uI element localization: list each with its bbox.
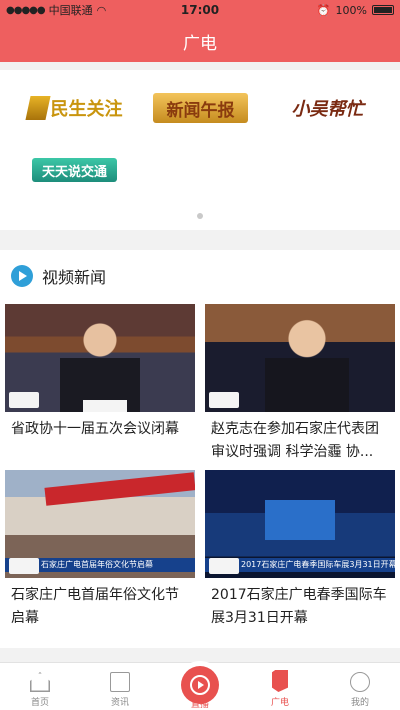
video-thumbnail[interactable] <box>205 304 395 412</box>
battery-percent: 100% <box>335 3 367 17</box>
section-header: 视频新闻 <box>0 250 400 302</box>
battery-icon <box>372 5 394 15</box>
video-card[interactable]: 石家庄广电首届年俗文化节启幕 石家庄广电首届年俗文化节启幕 <box>5 470 195 630</box>
channel-logo-icon <box>209 558 239 574</box>
speaker-figure <box>265 318 349 412</box>
signal-icon: ●●●●● <box>6 4 46 16</box>
minsheng-logo-icon <box>24 96 51 120</box>
speaker-figure <box>60 322 140 412</box>
status-time: 17:00 <box>180 3 220 17</box>
video-card[interactable]: 2017石家庄广电春季国际车展3月31日开幕 2017石家庄广电春季国际车展3月… <box>205 470 395 630</box>
user-icon <box>350 672 370 692</box>
program-name: 新闻午报 <box>166 100 235 121</box>
tab-home[interactable]: 首页 <box>0 663 80 710</box>
channel-logo-icon <box>9 558 39 574</box>
wifi-icon: ◠ <box>96 3 107 17</box>
carrier-label: 中国联通 <box>48 4 93 17</box>
tab-label: 广电 <box>270 698 289 708</box>
video-title[interactable]: 2017石家庄广电春季国际车展3月31日开幕 <box>205 584 395 630</box>
nameplate <box>83 400 127 412</box>
program-logo-minsheng[interactable]: 民生关注 <box>15 93 135 123</box>
tab-me[interactable]: 我的 <box>320 663 400 710</box>
video-card[interactable]: 赵克志在参加石家庄代表团审议时强调 科学治霾 协... <box>205 304 395 464</box>
program-name: 天天说交通 <box>41 164 107 180</box>
video-thumbnail[interactable] <box>5 304 195 412</box>
alarm-icon: ⏰ <box>316 3 331 17</box>
tab-label-live: 直播 <box>190 700 209 710</box>
festival-banner <box>44 472 195 506</box>
video-title[interactable]: 石家庄广电首届年俗文化节启幕 <box>5 584 195 630</box>
program-name: 民生关注 <box>50 99 123 120</box>
program-logo-news-noon[interactable]: 新闻午报 <box>153 93 248 123</box>
tab-news[interactable]: 资讯 <box>80 663 160 710</box>
play-icon <box>11 265 33 287</box>
program-logo-xiaowu[interactable]: 小吴帮忙 <box>280 93 375 123</box>
carousel-page-indicator[interactable] <box>197 213 203 219</box>
nav-bar: 广电 <box>0 20 400 62</box>
tab-label: 首页 <box>30 698 49 708</box>
video-title[interactable]: 省政协十一届五次会议闭幕 <box>5 418 195 441</box>
video-title[interactable]: 赵克志在参加石家庄代表团审议时强调 科学治霾 协... <box>205 418 395 464</box>
status-bar: ●●●●● 中国联通 ◠ 17:00 ⏰ 100% <box>0 0 400 20</box>
news-icon <box>110 672 130 692</box>
page-title: 广电 <box>183 33 217 54</box>
tab-label: 我的 <box>350 698 369 708</box>
stage-screen <box>265 500 335 540</box>
video-card[interactable]: 省政协十一届五次会议闭幕 <box>5 304 195 441</box>
video-thumbnail[interactable]: 石家庄广电首届年俗文化节启幕 <box>5 470 195 578</box>
channel-logo-icon <box>9 392 39 408</box>
broadcast-icon <box>272 670 288 692</box>
home-icon <box>30 672 50 692</box>
tab-broadcast[interactable]: 广电 <box>240 663 320 710</box>
program-name: 小吴帮忙 <box>291 99 364 120</box>
video-news-section: 视频新闻 省政协十一届五次会议闭幕 赵克志在参加石家庄代表团审议时强调 科学治霾… <box>0 250 400 648</box>
program-carousel[interactable]: 民生关注 新闻午报 小吴帮忙 天天说交通 <box>0 70 400 230</box>
video-thumbnail[interactable]: 2017石家庄广电春季国际车展3月31日开幕 <box>205 470 395 578</box>
tab-label: 资讯 <box>110 698 129 708</box>
program-logo-traffic[interactable]: 天天说交通 <box>32 158 117 182</box>
channel-logo-icon <box>209 392 239 408</box>
live-icon <box>190 675 210 695</box>
section-title: 视频新闻 <box>42 268 107 287</box>
